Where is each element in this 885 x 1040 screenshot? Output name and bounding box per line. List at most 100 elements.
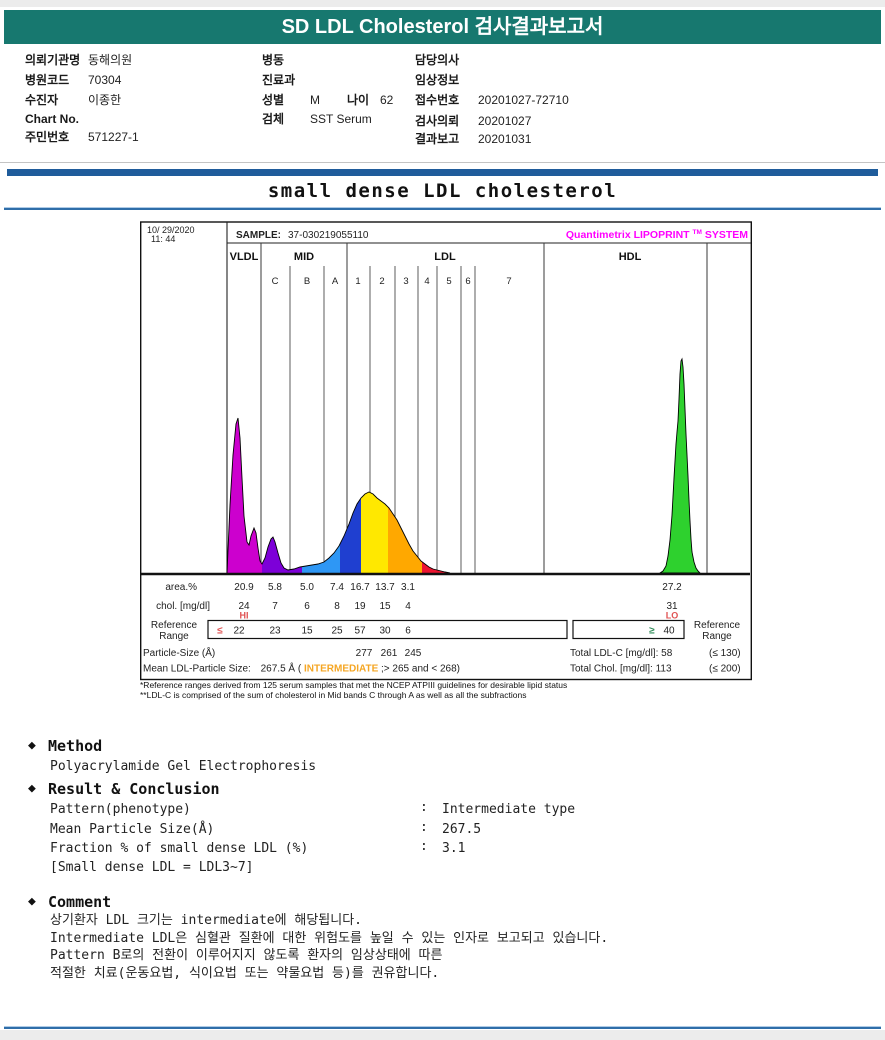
patient-label: 병동 bbox=[262, 53, 285, 67]
patient-value: 동해의원 bbox=[88, 53, 133, 67]
diamond-bullet-icon: ◆ bbox=[28, 781, 36, 796]
total-ldl-c-ref: (≤ 130) bbox=[709, 648, 741, 659]
patient-label: 병원코드 bbox=[25, 73, 70, 87]
patient-value: 20201027 bbox=[478, 114, 532, 128]
bottom-strip bbox=[0, 1030, 885, 1040]
total-ldl-c: Total LDL-C [mg/dl]: 58 bbox=[570, 648, 673, 659]
chol-value: 15 bbox=[379, 601, 391, 612]
mean-label: Mean LDL-Particle Size: bbox=[143, 664, 251, 675]
report-title: SD LDL Cholesterol 검사결과보고서 bbox=[281, 16, 604, 38]
bottom-line bbox=[4, 1027, 881, 1029]
top-strip bbox=[0, 0, 885, 7]
comment-line: Intermediate LDL은 심혈관 질환에 대한 위험도를 높일 수 있… bbox=[50, 930, 609, 946]
patient-value: 62 bbox=[380, 93, 394, 107]
mean-range: ;> 265 and < 268) bbox=[381, 664, 460, 675]
area-value: 13.7 bbox=[375, 582, 395, 593]
title-underline bbox=[4, 208, 881, 210]
area-value: 27.2 bbox=[662, 582, 682, 593]
result-heading: Result & Conclusion bbox=[48, 780, 220, 798]
ref-value: 25 bbox=[331, 626, 343, 637]
footnote-2: **LDL-C is comprised of the sum of chole… bbox=[140, 689, 527, 700]
area-row-label: area.% bbox=[165, 582, 197, 593]
patient-label: 임상정보 bbox=[415, 73, 460, 87]
mean-value: 267.5 Å ( bbox=[261, 662, 302, 675]
area-value: 20.9 bbox=[234, 582, 254, 593]
result-note: [Small dense LDL = LDL3~7] bbox=[50, 860, 254, 875]
group-header-hdl: HDL bbox=[619, 251, 642, 263]
patient-label: 결과보고 bbox=[415, 132, 460, 146]
ref-value: 23 bbox=[269, 626, 281, 637]
patient-value: 20201031 bbox=[478, 132, 532, 146]
chart-frame bbox=[140, 221, 752, 681]
result-row-label: Mean Particle Size(Å) bbox=[50, 822, 215, 837]
comment-heading: Comment bbox=[48, 893, 112, 911]
ref-range-label-right: Reference bbox=[694, 620, 741, 631]
chol-value: 6 bbox=[304, 601, 310, 612]
report-page: SD LDL Cholesterol 검사결과보고서 의뢰기관명 동해의원 병원… bbox=[0, 0, 885, 1040]
subband-label: 4 bbox=[424, 276, 429, 287]
patient-label: 주민번호 bbox=[25, 130, 70, 144]
ge-symbol: ≥ bbox=[649, 626, 655, 637]
total-chol: Total Chol. [mg/dl]: 113 bbox=[570, 664, 672, 675]
result-row-colon: : bbox=[420, 820, 428, 835]
patient-label: 나이 bbox=[347, 93, 370, 107]
result-row-label: Pattern(phenotype) bbox=[50, 802, 191, 817]
ref-value: 57 bbox=[354, 626, 366, 637]
subband-label: 3 bbox=[403, 276, 408, 287]
brand-tm: TM bbox=[693, 229, 702, 236]
method-heading: Method bbox=[48, 737, 103, 755]
subband-label: B bbox=[304, 276, 310, 287]
patient-label: 담당의사 bbox=[415, 53, 460, 67]
sample-label: SAMPLE: bbox=[236, 230, 281, 241]
patient-label: 의뢰기관명 bbox=[25, 53, 81, 67]
chol-value: 7 bbox=[272, 601, 278, 612]
mean-flag: INTERMEDIATE bbox=[304, 664, 379, 675]
subband-label: 2 bbox=[379, 276, 384, 287]
hi-flag: HI bbox=[240, 611, 249, 621]
comment-line: 적절한 치료(운동요법, 식이요법 또는 약물요법 등)를 권유합니다. bbox=[50, 965, 440, 981]
patient-label: 검사의뢰 bbox=[415, 114, 460, 128]
sample-number: 37-030219055110 bbox=[288, 230, 369, 241]
comment-line: 상기환자 LDL 크기는 intermediate에 해당됩니다. bbox=[50, 913, 363, 928]
group-header-vldl: VLDL bbox=[230, 251, 259, 263]
ref-value: 30 bbox=[379, 626, 391, 637]
patient-value: 이종한 bbox=[88, 93, 122, 107]
patient-label: 진료과 bbox=[262, 73, 296, 87]
particle-value: 277 bbox=[356, 648, 373, 659]
blue-separator-bar bbox=[7, 169, 878, 176]
result-row-value: Intermediate type bbox=[442, 802, 576, 817]
diamond-bullet-icon: ◆ bbox=[28, 738, 36, 753]
total-chol-ref: (≤ 200) bbox=[709, 664, 741, 675]
result-row-colon: : bbox=[420, 839, 428, 854]
lipoprint-chart: 10/ 29/2020 11: 44 SAMPLE: 37-0302190551… bbox=[140, 221, 752, 681]
patient-value: M bbox=[310, 93, 320, 107]
lo-flag: LO bbox=[666, 611, 679, 621]
subband-label: A bbox=[332, 276, 339, 287]
brand-part2: SYSTEM bbox=[705, 229, 748, 241]
brand-part1: Quantimetrix LIPOPRINT bbox=[566, 229, 690, 241]
ref-value: 6 bbox=[405, 626, 411, 637]
subband-label: 5 bbox=[446, 276, 451, 287]
patient-label: 검체 bbox=[262, 112, 285, 126]
result-row-value: 3.1 bbox=[442, 841, 466, 856]
patient-label: 성별 bbox=[262, 93, 285, 107]
ref-value: 22 bbox=[233, 626, 245, 637]
result-row-label: Fraction % of small dense LDL (%) bbox=[50, 841, 309, 856]
area-value: 16.7 bbox=[350, 582, 370, 593]
area-value: 7.4 bbox=[330, 582, 344, 593]
area-value: 5.8 bbox=[268, 582, 282, 593]
patient-value: 20201027-72710 bbox=[478, 93, 569, 107]
particle-values: 277 261 245 bbox=[356, 648, 422, 659]
ref-range-label-left2: Range bbox=[159, 631, 189, 642]
mean-particle-size: Mean LDL-Particle Size: 267.5 Å ( INTERM… bbox=[143, 662, 460, 675]
subband-label: 1 bbox=[355, 276, 360, 287]
ldl1-band bbox=[361, 492, 388, 573]
chol-value: 19 bbox=[354, 601, 366, 612]
result-row-colon: : bbox=[420, 800, 428, 815]
patient-label: 수진자 bbox=[25, 93, 59, 107]
ref-value: 15 bbox=[301, 626, 313, 637]
section-title: small dense LDL cholesterol bbox=[267, 180, 618, 202]
particle-value: 261 bbox=[381, 648, 398, 659]
particle-size-label: Particle-Size (Å) bbox=[143, 646, 215, 659]
ref-range-label-right2: Range bbox=[702, 631, 732, 642]
